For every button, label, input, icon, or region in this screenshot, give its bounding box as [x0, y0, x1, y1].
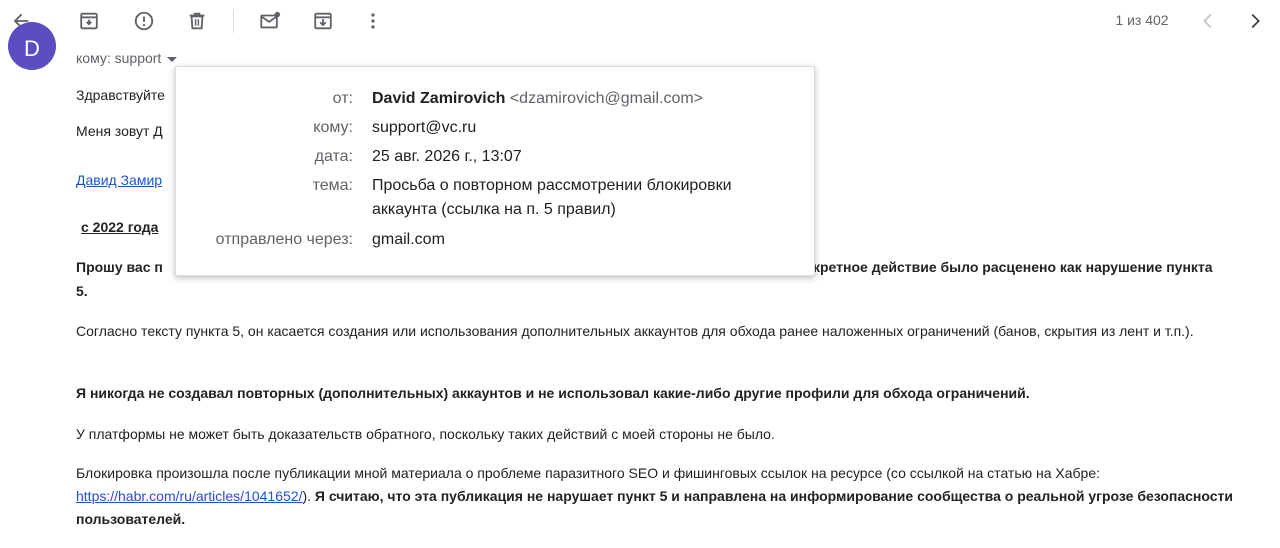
subject-value: Просьба о повторном рассмотрении блокиро… [372, 177, 732, 218]
never-paragraph: Я никогда не создавал повторных (дополни… [76, 385, 1030, 401]
block-mid: ). [302, 488, 315, 504]
next-chevron-icon[interactable] [1240, 6, 1270, 36]
from-label: от: [332, 90, 353, 107]
toolbar-divider [233, 9, 234, 33]
avatar-letter: D [24, 36, 40, 61]
mark-unread-icon[interactable] [255, 6, 285, 36]
sender-email: <dzamirovich@gmail.com> [509, 90, 704, 107]
avatar[interactable]: D [8, 22, 56, 70]
sender-name: David Zamirovich [372, 90, 506, 107]
from-value: David Zamirovich <dzamirovich@gmail.com> [372, 84, 802, 113]
evidence-paragraph: У платформы не может быть доказательств … [76, 426, 775, 442]
recipient-line[interactable]: кому: support [76, 50, 178, 66]
block-prefix: Блокировка произошла после публикации мн… [76, 465, 1101, 481]
subject-label: тема: [312, 177, 353, 194]
delete-icon[interactable] [182, 6, 212, 36]
block-paragraph: Блокировка произошла после публикации мн… [76, 462, 1266, 531]
date-label: дата: [314, 148, 353, 165]
request-part3: 5. [76, 283, 88, 299]
recipient-text: кому: support [76, 50, 162, 66]
profile-link[interactable]: Давид Замир [76, 172, 162, 188]
message-details-popup: от: David Zamirovich <dzamirovich@gmail.… [175, 66, 815, 276]
message-counter: 1 из 402 [1115, 12, 1169, 28]
to-value: support@vc.ru [372, 119, 477, 136]
archive-icon[interactable] [74, 6, 104, 36]
date-value: 25 авг. 2026 г., 13:07 [372, 148, 522, 165]
request-part2: кретное действие было расценено как нару… [813, 259, 1213, 275]
more-vert-icon[interactable] [358, 6, 388, 36]
habr-link[interactable]: https://habr.com/ru/articles/1041652/ [76, 488, 302, 504]
rule-paragraph: Согласно тексту пункта 5, он касается со… [76, 323, 1194, 339]
prev-chevron-icon[interactable] [1193, 6, 1223, 36]
via-value: gmail.com [372, 231, 445, 248]
to-label: кому: [313, 119, 353, 136]
toolbar: 1 из 402 [0, 0, 1280, 42]
report-spam-icon[interactable] [129, 6, 159, 36]
show-details-caret-icon[interactable] [167, 56, 178, 62]
via-label: отправлено через: [215, 231, 353, 248]
move-to-icon[interactable] [308, 6, 338, 36]
